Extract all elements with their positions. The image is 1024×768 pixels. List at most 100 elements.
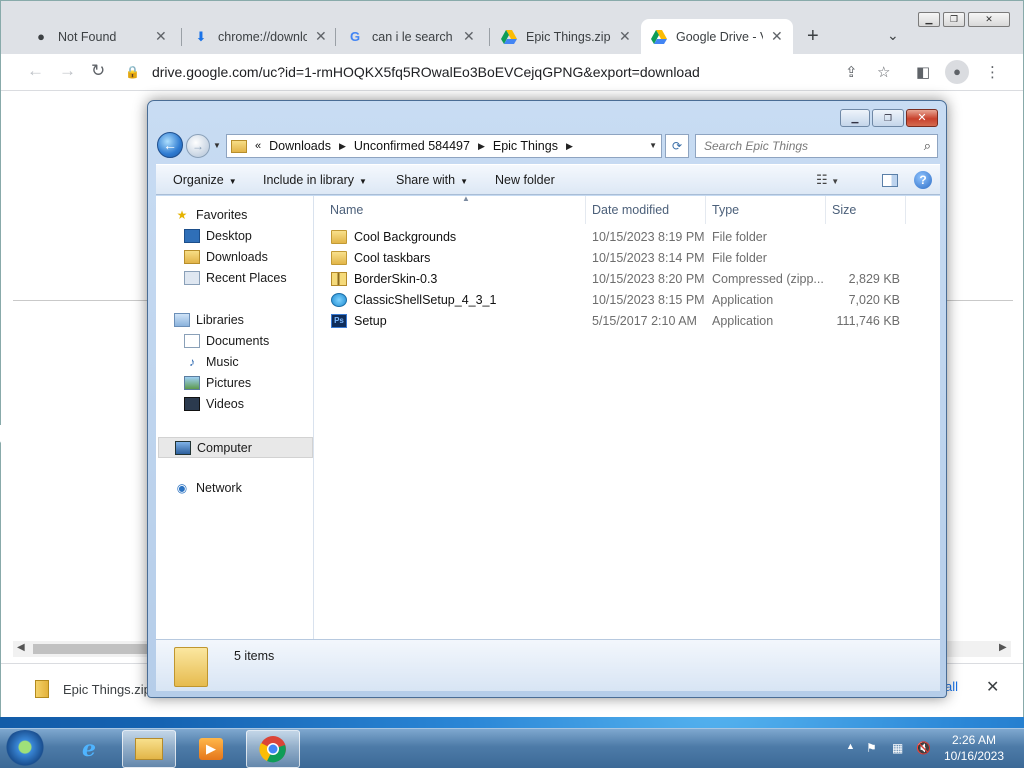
close-icon[interactable]: ✕ bbox=[986, 677, 999, 697]
address-bar[interactable]: 🔒 drive.google.com/uc?id=1-rmHOQKX5fq5RO… bbox=[125, 58, 905, 86]
column-header-name[interactable]: Name ▲ bbox=[324, 194, 586, 224]
breadcrumb-downloads[interactable]: Downloads bbox=[269, 139, 331, 153]
tab-title: Not Found bbox=[58, 29, 117, 44]
close-icon[interactable]: ✕ bbox=[463, 28, 475, 45]
forward-button[interactable]: → bbox=[186, 134, 210, 158]
scroll-left-icon[interactable]: ◀ bbox=[17, 642, 25, 653]
maximize-button[interactable]: ❐ bbox=[872, 109, 904, 127]
organize-button[interactable]: Organize ▼ bbox=[173, 173, 237, 187]
tab-search[interactable]: G can i le search - G ✕ bbox=[337, 19, 485, 54]
breadcrumb-unconfirmed[interactable]: Unconfirmed 584497 bbox=[354, 139, 470, 153]
folder-icon bbox=[174, 647, 208, 687]
new-folder-button[interactable]: New folder bbox=[495, 173, 555, 187]
tab-google-drive[interactable]: Google Drive - V ✕ bbox=[641, 19, 793, 54]
close-icon[interactable]: ✕ bbox=[619, 28, 631, 45]
start-button[interactable] bbox=[3, 730, 47, 768]
overflow-chevron-icon[interactable]: « bbox=[255, 140, 261, 152]
chevron-down-icon[interactable]: ▼ bbox=[649, 141, 657, 150]
navigation-pane: ★ Favorites Desktop Downloads Recent Plac… bbox=[156, 196, 314, 639]
close-button[interactable]: ✕ bbox=[906, 109, 938, 127]
minimize-button[interactable]: ▁ bbox=[840, 109, 870, 127]
scroll-thumb[interactable] bbox=[33, 644, 163, 654]
close-icon[interactable]: ✕ bbox=[155, 28, 167, 45]
folder-icon bbox=[331, 251, 347, 265]
breadcrumb-epic-things[interactable]: Epic Things bbox=[493, 139, 558, 153]
browser-toolbar: ← → ↻ 🔒 drive.google.com/uc?id=1-rmHOQKX… bbox=[1, 54, 1023, 91]
breadcrumb-arrow-icon[interactable]: ▶ bbox=[478, 141, 485, 152]
computer-icon bbox=[175, 440, 191, 455]
back-button[interactable]: ← bbox=[157, 132, 183, 158]
include-in-library-button[interactable]: Include in library ▼ bbox=[263, 173, 367, 187]
bookmark-star-icon[interactable]: ☆ bbox=[877, 63, 890, 81]
preview-pane-icon[interactable] bbox=[882, 174, 898, 187]
tab-strip: ● Not Found ✕ ⬇ chrome://downlo ✕ G can … bbox=[1, 1, 1023, 54]
nav-desktop[interactable]: Desktop bbox=[184, 229, 252, 243]
table-row[interactable]: Cool Backgrounds 10/15/2023 8:19 PM File… bbox=[314, 227, 940, 248]
nav-videos[interactable]: Videos bbox=[184, 397, 244, 411]
nav-network[interactable]: ◉ Network bbox=[174, 481, 242, 495]
share-icon[interactable]: ⇪ bbox=[845, 63, 858, 81]
mouse-cursor-icon bbox=[0, 425, 11, 443]
column-header-type[interactable]: Type bbox=[706, 196, 826, 224]
star-icon: ★ bbox=[176, 208, 188, 222]
column-header-date[interactable]: Date modified bbox=[586, 196, 706, 224]
table-row[interactable]: ClassicShellSetup_4_3_1 10/15/2023 8:15 … bbox=[314, 290, 940, 311]
share-with-button[interactable]: Share with ▼ bbox=[396, 173, 468, 187]
nav-pictures[interactable]: Pictures bbox=[184, 376, 251, 390]
close-icon[interactable]: ✕ bbox=[315, 28, 327, 45]
videos-icon bbox=[184, 397, 200, 411]
table-row[interactable]: Cool taskbars 10/15/2023 8:14 PM File fo… bbox=[314, 248, 940, 269]
table-row[interactable]: BorderSkin-0.3 10/15/2023 8:20 PM Compre… bbox=[314, 269, 940, 290]
nav-music[interactable]: ♪ Music bbox=[184, 355, 239, 369]
table-row[interactable]: Ps Setup 5/15/2017 2:10 AM Application 11… bbox=[314, 311, 940, 332]
search-icon[interactable]: ⌕ bbox=[924, 138, 931, 154]
nav-downloads[interactable]: Downloads bbox=[184, 250, 268, 264]
tray-expand-icon[interactable]: ▲ bbox=[846, 741, 855, 751]
column-header-size[interactable]: Size bbox=[826, 196, 906, 224]
media-player-icon[interactable]: ▶ bbox=[184, 730, 238, 768]
volume-muted-icon[interactable]: 🔇 bbox=[916, 741, 931, 755]
new-tab-button[interactable]: + bbox=[807, 25, 819, 48]
nav-libraries[interactable]: Libraries bbox=[174, 313, 244, 327]
network-status-icon[interactable]: ▦ bbox=[892, 741, 903, 755]
tab-epic-things[interactable]: Epic Things.zip - ✕ bbox=[491, 19, 641, 54]
back-icon[interactable]: ← bbox=[27, 61, 44, 81]
explorer-icon[interactable] bbox=[122, 730, 176, 768]
refresh-button[interactable]: ⟳ bbox=[665, 134, 689, 158]
details-pane: 5 items bbox=[156, 639, 940, 691]
breadcrumb-arrow-icon[interactable]: ▶ bbox=[566, 141, 573, 152]
nav-favorites[interactable]: ★ Favorites bbox=[174, 208, 248, 222]
view-options-icon[interactable]: ☷ ▼ bbox=[816, 172, 839, 188]
download-filename: Epic Things.zip bbox=[63, 681, 151, 697]
nav-computer[interactable]: Computer bbox=[158, 437, 313, 458]
clock[interactable]: 2:26 AM 10/16/2023 bbox=[936, 732, 1012, 764]
scroll-right-icon[interactable]: ▶ bbox=[999, 642, 1007, 653]
chrome-icon[interactable] bbox=[246, 730, 300, 768]
search-input[interactable]: Search Epic Things ⌕ bbox=[695, 134, 938, 158]
tab-downloads[interactable]: ⬇ chrome://downlo ✕ bbox=[183, 19, 337, 54]
restore-button[interactable]: ❐ bbox=[943, 12, 965, 27]
pictures-icon bbox=[184, 376, 200, 390]
nav-recent-places[interactable]: Recent Places bbox=[184, 271, 287, 285]
help-icon[interactable]: ? bbox=[914, 171, 932, 189]
recent-pages-icon[interactable]: ▼ bbox=[213, 141, 221, 150]
close-button[interactable]: ✕ bbox=[968, 12, 1010, 27]
minimize-button[interactable]: ▁ bbox=[918, 12, 940, 27]
download-item[interactable]: Epic Things.zip bbox=[35, 680, 151, 698]
explorer-address-bar[interactable]: « Downloads ▶ Unconfirmed 584497 ▶ Epic … bbox=[226, 134, 662, 158]
tab-not-found[interactable]: ● Not Found ✕ bbox=[23, 19, 177, 54]
documents-icon bbox=[184, 334, 200, 348]
tab-title: Epic Things.zip - bbox=[526, 29, 611, 44]
side-panel-icon[interactable]: ◧ bbox=[916, 63, 930, 81]
nav-documents[interactable]: Documents bbox=[184, 334, 269, 348]
profile-avatar[interactable]: ● bbox=[945, 60, 969, 84]
internet-explorer-icon[interactable]: e bbox=[62, 730, 116, 768]
forward-icon[interactable]: → bbox=[59, 61, 76, 81]
menu-icon[interactable]: ⋮ bbox=[985, 63, 1000, 81]
chevron-down-icon[interactable]: ⌄ bbox=[887, 27, 899, 44]
reload-icon[interactable]: ↻ bbox=[91, 61, 105, 81]
close-icon[interactable]: ✕ bbox=[771, 28, 783, 45]
action-center-icon[interactable]: ⚑ bbox=[866, 741, 877, 755]
tab-title: chrome://downlo bbox=[218, 29, 307, 44]
breadcrumb-arrow-icon[interactable]: ▶ bbox=[339, 141, 346, 152]
